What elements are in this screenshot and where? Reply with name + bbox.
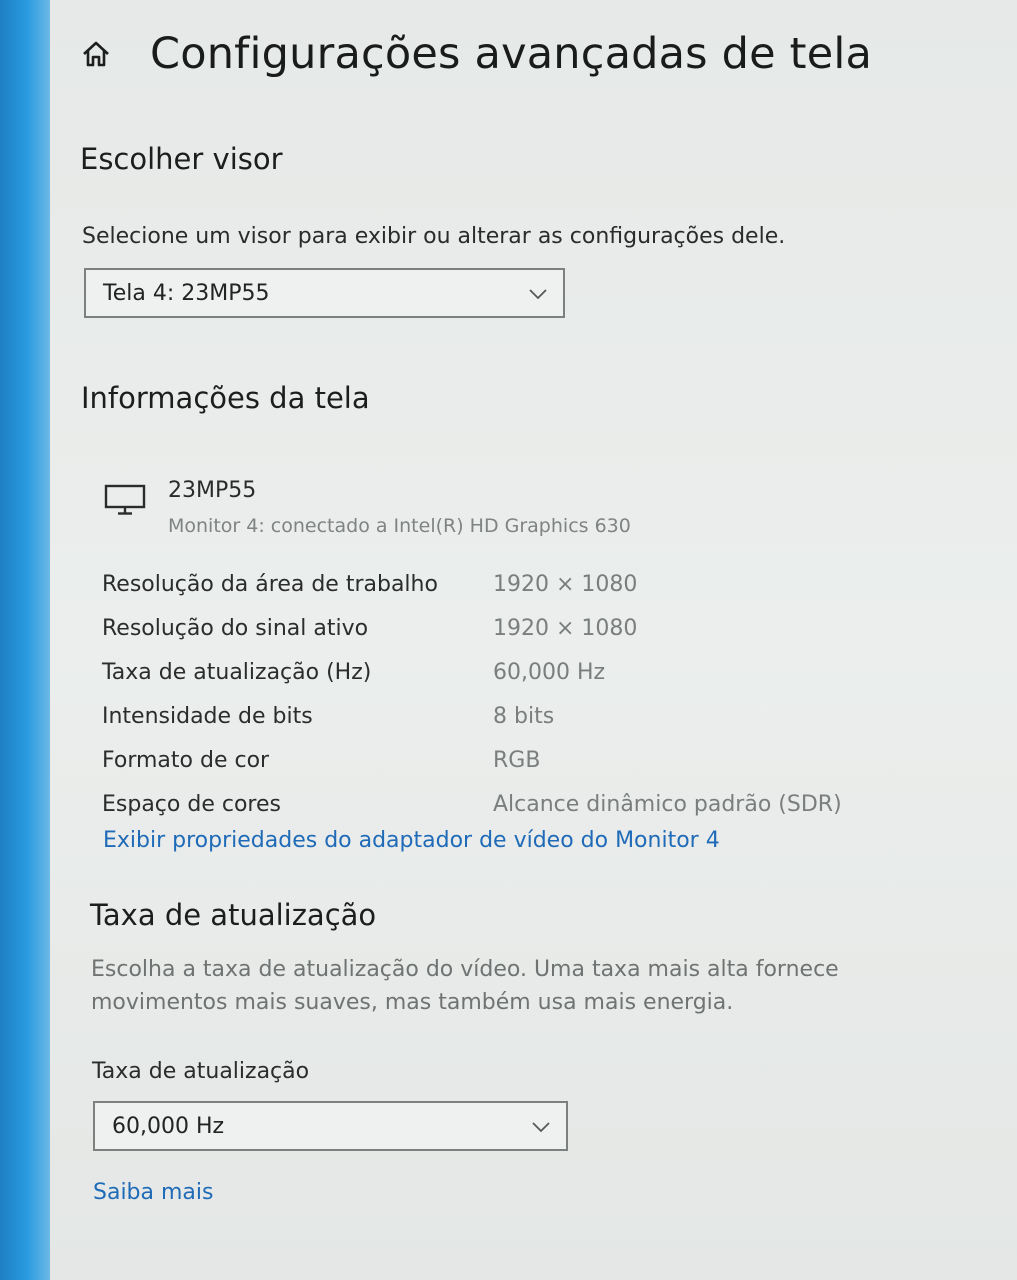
page-title: Configurações avançadas de tela [150, 29, 873, 79]
info-row-color-space: Espaço de cores Alcance dinâmico padrão … [102, 782, 842, 826]
learn-more-link[interactable]: Saiba mais [93, 1180, 213, 1205]
refresh-rate-title: Taxa de atualização [90, 898, 377, 932]
info-value: 1920 × 1080 [493, 615, 638, 641]
choose-display-title: Escolher visor [80, 142, 283, 176]
info-label: Taxa de atualização (Hz) [102, 659, 372, 685]
home-icon[interactable] [80, 38, 112, 70]
info-row-refresh-rate: Taxa de atualização (Hz) 60,000 Hz [102, 650, 842, 694]
info-row-bit-depth: Intensidade de bits 8 bits [102, 694, 842, 738]
info-label: Resolução do sinal ativo [102, 615, 369, 641]
info-value: 60,000 Hz [493, 659, 606, 685]
display-select-value: Tela 4: 23MP55 [103, 280, 270, 306]
display-select-dropdown[interactable]: Tela 4: 23MP55 [84, 268, 565, 318]
display-info-table: Resolução da área de trabalho 1920 × 108… [102, 562, 842, 826]
info-value: 1920 × 1080 [493, 571, 638, 597]
choose-display-description: Selecione um visor para exibir ou altera… [82, 224, 786, 249]
refresh-rate-description: Escolha a taxa de atualização do vídeo. … [91, 957, 839, 1015]
info-row-desktop-resolution: Resolução da área de trabalho 1920 × 108… [102, 562, 842, 606]
adapter-properties-link[interactable]: Exibir propriedades do adaptador de víde… [103, 828, 720, 853]
settings-content: Configurações avançadas de tela Escolher… [50, 0, 1017, 1280]
info-row-active-signal-resolution: Resolução do sinal ativo 1920 × 1080 [102, 606, 842, 650]
info-row-color-format: Formato de cor RGB [102, 738, 842, 782]
monitor-connection-info: Monitor 4: conectado a Intel(R) HD Graph… [168, 515, 631, 537]
refresh-rate-dropdown[interactable]: 60,000 Hz [93, 1101, 568, 1151]
left-edge-strip [0, 0, 50, 1280]
info-value: Alcance dinâmico padrão (SDR) [493, 791, 842, 817]
display-info-title: Informações da tela [81, 381, 370, 415]
chevron-down-icon [530, 1117, 552, 1135]
chevron-down-icon [527, 284, 549, 302]
refresh-rate-field-label: Taxa de atualização [92, 1059, 310, 1084]
monitor-name: 23MP55 [168, 478, 257, 503]
info-label: Espaço de cores [102, 791, 281, 817]
refresh-rate-value: 60,000 Hz [112, 1113, 225, 1139]
info-value: 8 bits [493, 703, 555, 729]
info-label: Intensidade de bits [102, 703, 313, 729]
info-label: Resolução da área de trabalho [102, 571, 438, 597]
info-value: RGB [493, 747, 541, 773]
page-header: Configurações avançadas de tela [80, 24, 872, 84]
info-label: Formato de cor [102, 747, 270, 773]
monitor-icon [104, 484, 146, 516]
